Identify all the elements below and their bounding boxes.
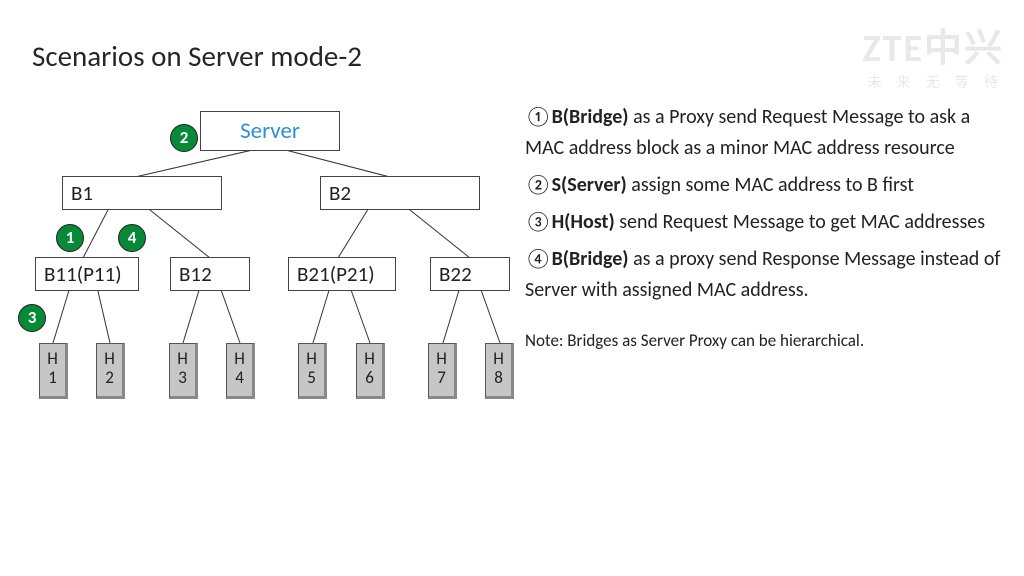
bridge-b22: B22	[430, 257, 510, 291]
host-h8: H8	[485, 343, 514, 399]
host-h3: H3	[169, 343, 198, 399]
host-h6: H6	[356, 343, 385, 399]
step-3: ③H(Host) send Request Message to get MAC…	[525, 207, 1005, 238]
explanation-text: ①B(Bridge) as a Proxy send Request Messa…	[525, 102, 1005, 360]
logo-tagline: 未 来 无 等 待	[862, 72, 1004, 92]
bridge-b11: B11(P11)	[35, 257, 139, 291]
bridge-b2: B2	[320, 176, 480, 210]
step-4: ④B(Bridge) as a proxy send Response Mess…	[525, 244, 1005, 306]
step-badge-4: 4	[118, 224, 146, 252]
server-node: Server	[200, 111, 340, 151]
zte-logo: ZTE中兴 未 来 无 等 待	[862, 30, 1004, 92]
host-h1: H1	[39, 343, 68, 399]
page-title: Scenarios on Server mode-2	[32, 38, 362, 74]
step-badge-1: 1	[56, 224, 84, 252]
footnote: Note: Bridges as Server Proxy can be hie…	[525, 328, 1005, 354]
step-1: ①B(Bridge) as a Proxy send Request Messa…	[525, 102, 1005, 164]
connector-lines	[20, 108, 530, 478]
topology-diagram: Server B1 B2 B11(P11) B12 B21(P21) B22 H…	[20, 108, 530, 478]
bridge-b12: B12	[170, 257, 250, 291]
host-h4: H4	[226, 343, 255, 399]
bridge-b21: B21(P21)	[288, 257, 396, 291]
logo-main: ZTE中兴	[862, 30, 1004, 68]
host-h2: H2	[96, 343, 125, 399]
step-2: ②S(Server) assign some MAC address to B …	[525, 170, 1005, 201]
host-h5: H5	[298, 343, 327, 399]
step-badge-3: 3	[18, 304, 46, 332]
host-h7: H7	[428, 343, 457, 399]
bridge-b1: B1	[62, 176, 222, 210]
step-badge-2: 2	[170, 124, 198, 152]
